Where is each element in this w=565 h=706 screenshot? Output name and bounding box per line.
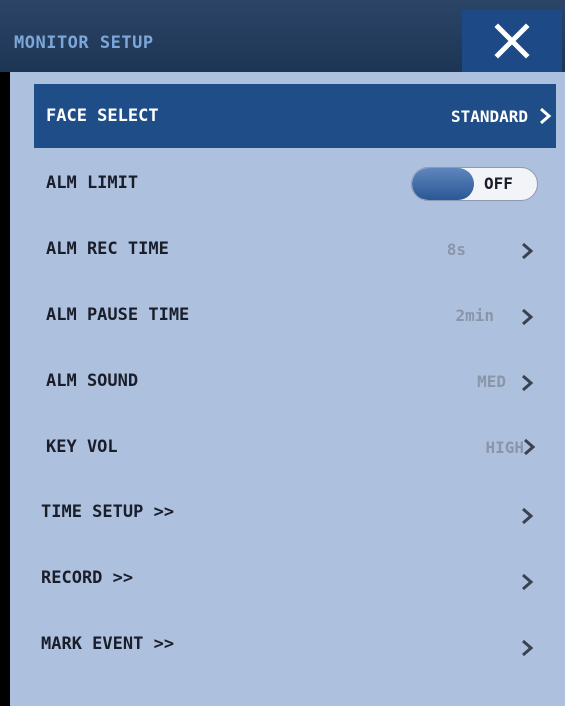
alm-rec-time-label: ALM REC TIME (46, 239, 169, 259)
alm-limit-toggle[interactable]: OFF (411, 167, 538, 201)
title-bar: MONITOR SETUP (0, 0, 565, 72)
close-icon (494, 23, 530, 59)
chevron-right-icon (522, 573, 534, 591)
alm-limit-label: ALM LIMIT (46, 173, 139, 193)
face-select-row[interactable]: FACE SELECT STANDARD (34, 84, 556, 148)
chevron-right-icon (522, 639, 534, 657)
chevron-right-icon (522, 242, 534, 260)
chevron-right-icon (522, 507, 534, 525)
mark-event-label: MARK EVENT >> (41, 634, 175, 654)
alm-pause-time-value: 2min (455, 305, 494, 325)
alm-sound-value: MED (477, 371, 506, 391)
key-vol-value: HIGH (485, 437, 524, 457)
mark-event-row[interactable]: MARK EVENT >> (10, 611, 565, 677)
close-button[interactable] (462, 10, 562, 72)
face-select-label: FACE SELECT (46, 106, 159, 126)
key-vol-row[interactable]: KEY VOL HIGH (10, 414, 565, 480)
time-setup-label: TIME SETUP >> (41, 502, 175, 522)
chevron-right-icon (540, 107, 552, 125)
chevron-right-icon (522, 374, 534, 392)
alm-rec-time-row[interactable]: ALM REC TIME 8s (10, 216, 565, 282)
record-row[interactable]: RECORD >> (10, 545, 565, 611)
left-edge (0, 72, 10, 706)
alm-rec-time-value: 8s (446, 239, 466, 259)
alm-limit-row: ALM LIMIT OFF (10, 150, 565, 216)
chevron-right-icon (524, 438, 536, 456)
record-label: RECORD >> (41, 568, 134, 588)
alm-limit-toggle-state: OFF (484, 174, 513, 193)
alm-pause-time-row[interactable]: ALM PAUSE TIME 2min (10, 282, 565, 348)
alm-sound-label: ALM SOUND (46, 371, 139, 391)
window-title: MONITOR SETUP (14, 33, 154, 53)
alm-sound-row[interactable]: ALM SOUND MED (10, 348, 565, 414)
toggle-knob (412, 168, 474, 200)
alm-pause-time-label: ALM PAUSE TIME (46, 305, 190, 325)
chevron-right-icon (522, 308, 534, 326)
face-select-value: STANDARD (450, 106, 528, 126)
key-vol-label: KEY VOL (46, 437, 118, 457)
time-setup-row[interactable]: TIME SETUP >> (10, 479, 565, 545)
